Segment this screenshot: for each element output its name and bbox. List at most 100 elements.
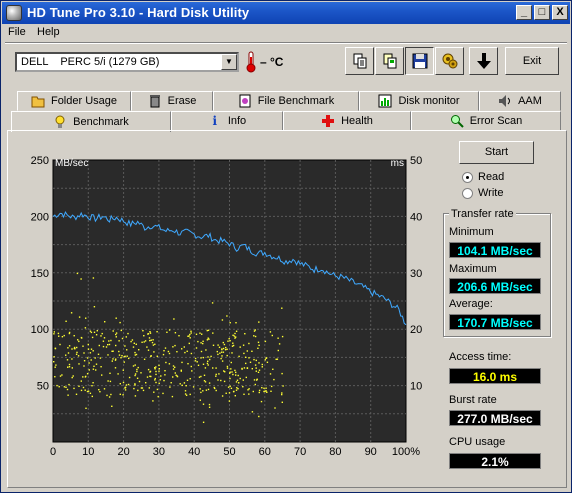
access-time-point bbox=[237, 388, 239, 390]
access-time-point bbox=[66, 388, 69, 391]
access-time-point bbox=[74, 348, 76, 350]
write-radio-dot[interactable] bbox=[462, 188, 473, 199]
access-time-point bbox=[126, 355, 128, 357]
tab-benchmark[interactable]: Benchmark bbox=[11, 111, 171, 132]
read-radio-dot[interactable] bbox=[462, 172, 473, 183]
tab-file-benchmark[interactable]: File Benchmark bbox=[213, 91, 359, 111]
access-time-point bbox=[85, 407, 87, 409]
access-time-point bbox=[271, 334, 273, 337]
access-time-point bbox=[253, 379, 256, 381]
access-time-point bbox=[135, 343, 137, 345]
access-time-point bbox=[59, 375, 62, 377]
file-benchmark-icon bbox=[238, 94, 252, 108]
access-time-point bbox=[65, 386, 67, 388]
access-time-point bbox=[181, 384, 183, 386]
access-time-point bbox=[195, 333, 198, 335]
tab-health[interactable]: Health bbox=[283, 111, 411, 131]
access-time-point bbox=[149, 339, 151, 342]
access-time-point bbox=[137, 366, 139, 369]
access-time-point bbox=[92, 277, 95, 279]
access-time-point bbox=[141, 341, 143, 343]
access-time-point bbox=[235, 389, 238, 391]
access-time-point bbox=[202, 421, 205, 423]
access-time-point bbox=[156, 331, 158, 333]
access-time-point bbox=[208, 382, 211, 384]
access-time-point bbox=[154, 367, 156, 369]
menu-help[interactable]: Help bbox=[37, 26, 60, 38]
copy-button[interactable] bbox=[345, 47, 374, 75]
tab-disk-monitor[interactable]: Disk monitor bbox=[359, 91, 479, 111]
access-time-point bbox=[90, 359, 92, 361]
cpu-usage-label: CPU usage bbox=[449, 436, 506, 448]
access-time-point bbox=[134, 395, 137, 397]
tab-erase[interactable]: Erase bbox=[131, 91, 213, 111]
access-time-point bbox=[178, 335, 180, 337]
access-time-point bbox=[78, 363, 80, 365]
read-radio[interactable]: Read bbox=[462, 171, 552, 185]
access-time-point bbox=[281, 393, 283, 396]
access-time-point bbox=[202, 342, 204, 345]
access-time-point bbox=[96, 330, 98, 332]
access-time-point bbox=[115, 317, 117, 319]
copy-info-button[interactable] bbox=[375, 47, 404, 75]
access-time-point bbox=[235, 374, 237, 376]
tab-error-scan[interactable]: Error Scan bbox=[411, 111, 561, 131]
minimum-value: 104.1 MB/sec bbox=[449, 242, 541, 258]
access-time-point bbox=[184, 351, 186, 354]
access-time-point bbox=[174, 366, 176, 368]
access-time-point bbox=[162, 353, 165, 356]
access-time-point bbox=[174, 344, 176, 347]
access-time-point bbox=[158, 382, 160, 384]
x-tick-label: 70 bbox=[294, 446, 306, 458]
access-time-point bbox=[149, 331, 151, 333]
x-tick-label: 40 bbox=[188, 446, 200, 458]
access-time-point bbox=[152, 344, 155, 346]
access-time-point bbox=[149, 371, 151, 373]
dropdown-arrow-icon[interactable]: ▼ bbox=[221, 54, 237, 70]
access-time-point bbox=[263, 390, 265, 393]
access-time-point bbox=[107, 344, 109, 346]
access-time-point bbox=[226, 367, 229, 369]
close-button[interactable]: X bbox=[552, 5, 568, 20]
access-time-point bbox=[125, 336, 127, 338]
access-time-point bbox=[168, 352, 171, 355]
access-time-point bbox=[244, 333, 246, 335]
tab-info[interactable]: i Info bbox=[171, 111, 283, 131]
minimize-button[interactable]: _ bbox=[516, 5, 532, 20]
access-time-point bbox=[212, 332, 214, 334]
access-time-point bbox=[145, 382, 147, 384]
access-time-point bbox=[215, 389, 217, 392]
start-button[interactable]: Start bbox=[459, 141, 534, 164]
save-button[interactable] bbox=[405, 47, 434, 75]
maximize-button[interactable]: □ bbox=[534, 5, 550, 20]
access-time-point bbox=[84, 327, 87, 329]
access-time-point bbox=[84, 376, 87, 378]
drive-select[interactable]: DELL PERC 5/i (1279 GB) ▼ bbox=[15, 52, 239, 72]
tab-aam[interactable]: AAM bbox=[479, 91, 561, 111]
y-left-tick-label: 100 bbox=[31, 324, 49, 336]
access-time-point bbox=[221, 395, 224, 397]
access-time-point bbox=[253, 335, 255, 337]
access-time-point bbox=[110, 339, 112, 342]
access-time-point bbox=[231, 345, 234, 347]
access-time-point bbox=[229, 371, 231, 373]
access-time-point bbox=[281, 372, 283, 375]
exit-button[interactable]: Exit bbox=[505, 47, 559, 75]
app-icon bbox=[6, 5, 22, 21]
access-time-point bbox=[72, 375, 74, 377]
x-tick-label: 20 bbox=[117, 446, 129, 458]
access-time-point bbox=[222, 347, 225, 350]
access-time-point bbox=[239, 346, 241, 348]
menu-file[interactable]: File bbox=[8, 26, 26, 38]
download-button[interactable] bbox=[469, 47, 498, 75]
access-time-point bbox=[174, 372, 176, 374]
access-time-point bbox=[207, 360, 209, 362]
access-time-point bbox=[143, 341, 145, 343]
options-button[interactable] bbox=[435, 47, 464, 75]
access-time-point bbox=[203, 380, 206, 382]
access-time-point bbox=[265, 387, 267, 389]
access-time-point bbox=[186, 379, 189, 381]
access-time-point bbox=[123, 361, 125, 363]
write-radio[interactable]: Write bbox=[462, 187, 552, 201]
tab-folder-usage[interactable]: Folder Usage bbox=[17, 91, 131, 111]
